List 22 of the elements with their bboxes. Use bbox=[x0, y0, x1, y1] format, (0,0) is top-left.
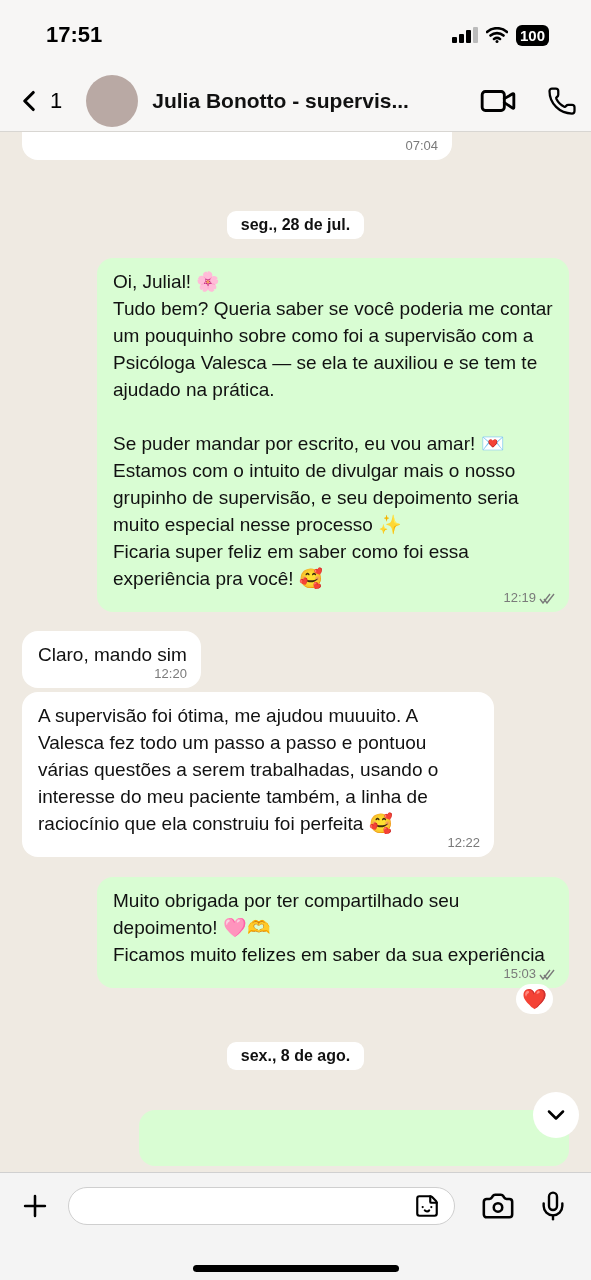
message-input[interactable] bbox=[68, 1187, 455, 1225]
sticker-icon[interactable] bbox=[414, 1193, 440, 1219]
wifi-icon bbox=[485, 27, 508, 43]
message-time: 12:19 bbox=[503, 590, 536, 606]
back-button[interactable]: 1 bbox=[12, 83, 63, 118]
status-time: 17:51 bbox=[46, 22, 103, 48]
message-time: 07:04 bbox=[405, 138, 438, 154]
phone-icon[interactable] bbox=[547, 85, 577, 116]
message-text: Muito obrigada por ter compartilhado seu depoimento! 🩷🫶 Ficamos muito felizes em saber da sua experiência bbox=[113, 889, 546, 967]
date-chip: seg., 28 de jul. bbox=[226, 211, 365, 239]
message-text: Claro, mando sim bbox=[38, 643, 187, 667]
signal-icon bbox=[451, 27, 478, 43]
message-text: A supervisão foi ótima, me ajudou muuuito. A Valesca fez todo um passo a passo e pontuou várias questões a serem trabalhadas, usando o interesse do meu paciente também, a linha de raciocínio que ela construiu foi perfeita 🥰 bbox=[38, 704, 440, 836]
date-chip: sex., 8 de ago. bbox=[226, 1042, 365, 1070]
chat-title[interactable]: Julia Bonotto - supervis... bbox=[152, 88, 479, 113]
message-time: 12:22 bbox=[447, 835, 480, 851]
message-text: Oi, Julial! 🌸 Tudo bem? Queria saber se você poderia me contar um pouquinho sobre como foi a supervisão com a Psicóloga Valesca — se ela te auxiliou e se tem te ajudado na prática. Se puder mandar por escrito, eu vou amar! 💌 Estamos com o intuito de divulgar mais o nosso grupinho de supervisão, e seu depoimento seria muito especial nesse processo ✨ Ficaria super feliz em saber como foi essa experiência pra você! 🥰 bbox=[113, 270, 554, 591]
battery-indicator: 100 bbox=[515, 24, 549, 46]
message-time: 15:03 bbox=[503, 966, 536, 982]
message-time: 12:20 bbox=[154, 666, 187, 682]
scroll-down-button[interactable] bbox=[533, 1092, 579, 1138]
reaction-badge[interactable]: ❤ bbox=[516, 984, 553, 1014]
